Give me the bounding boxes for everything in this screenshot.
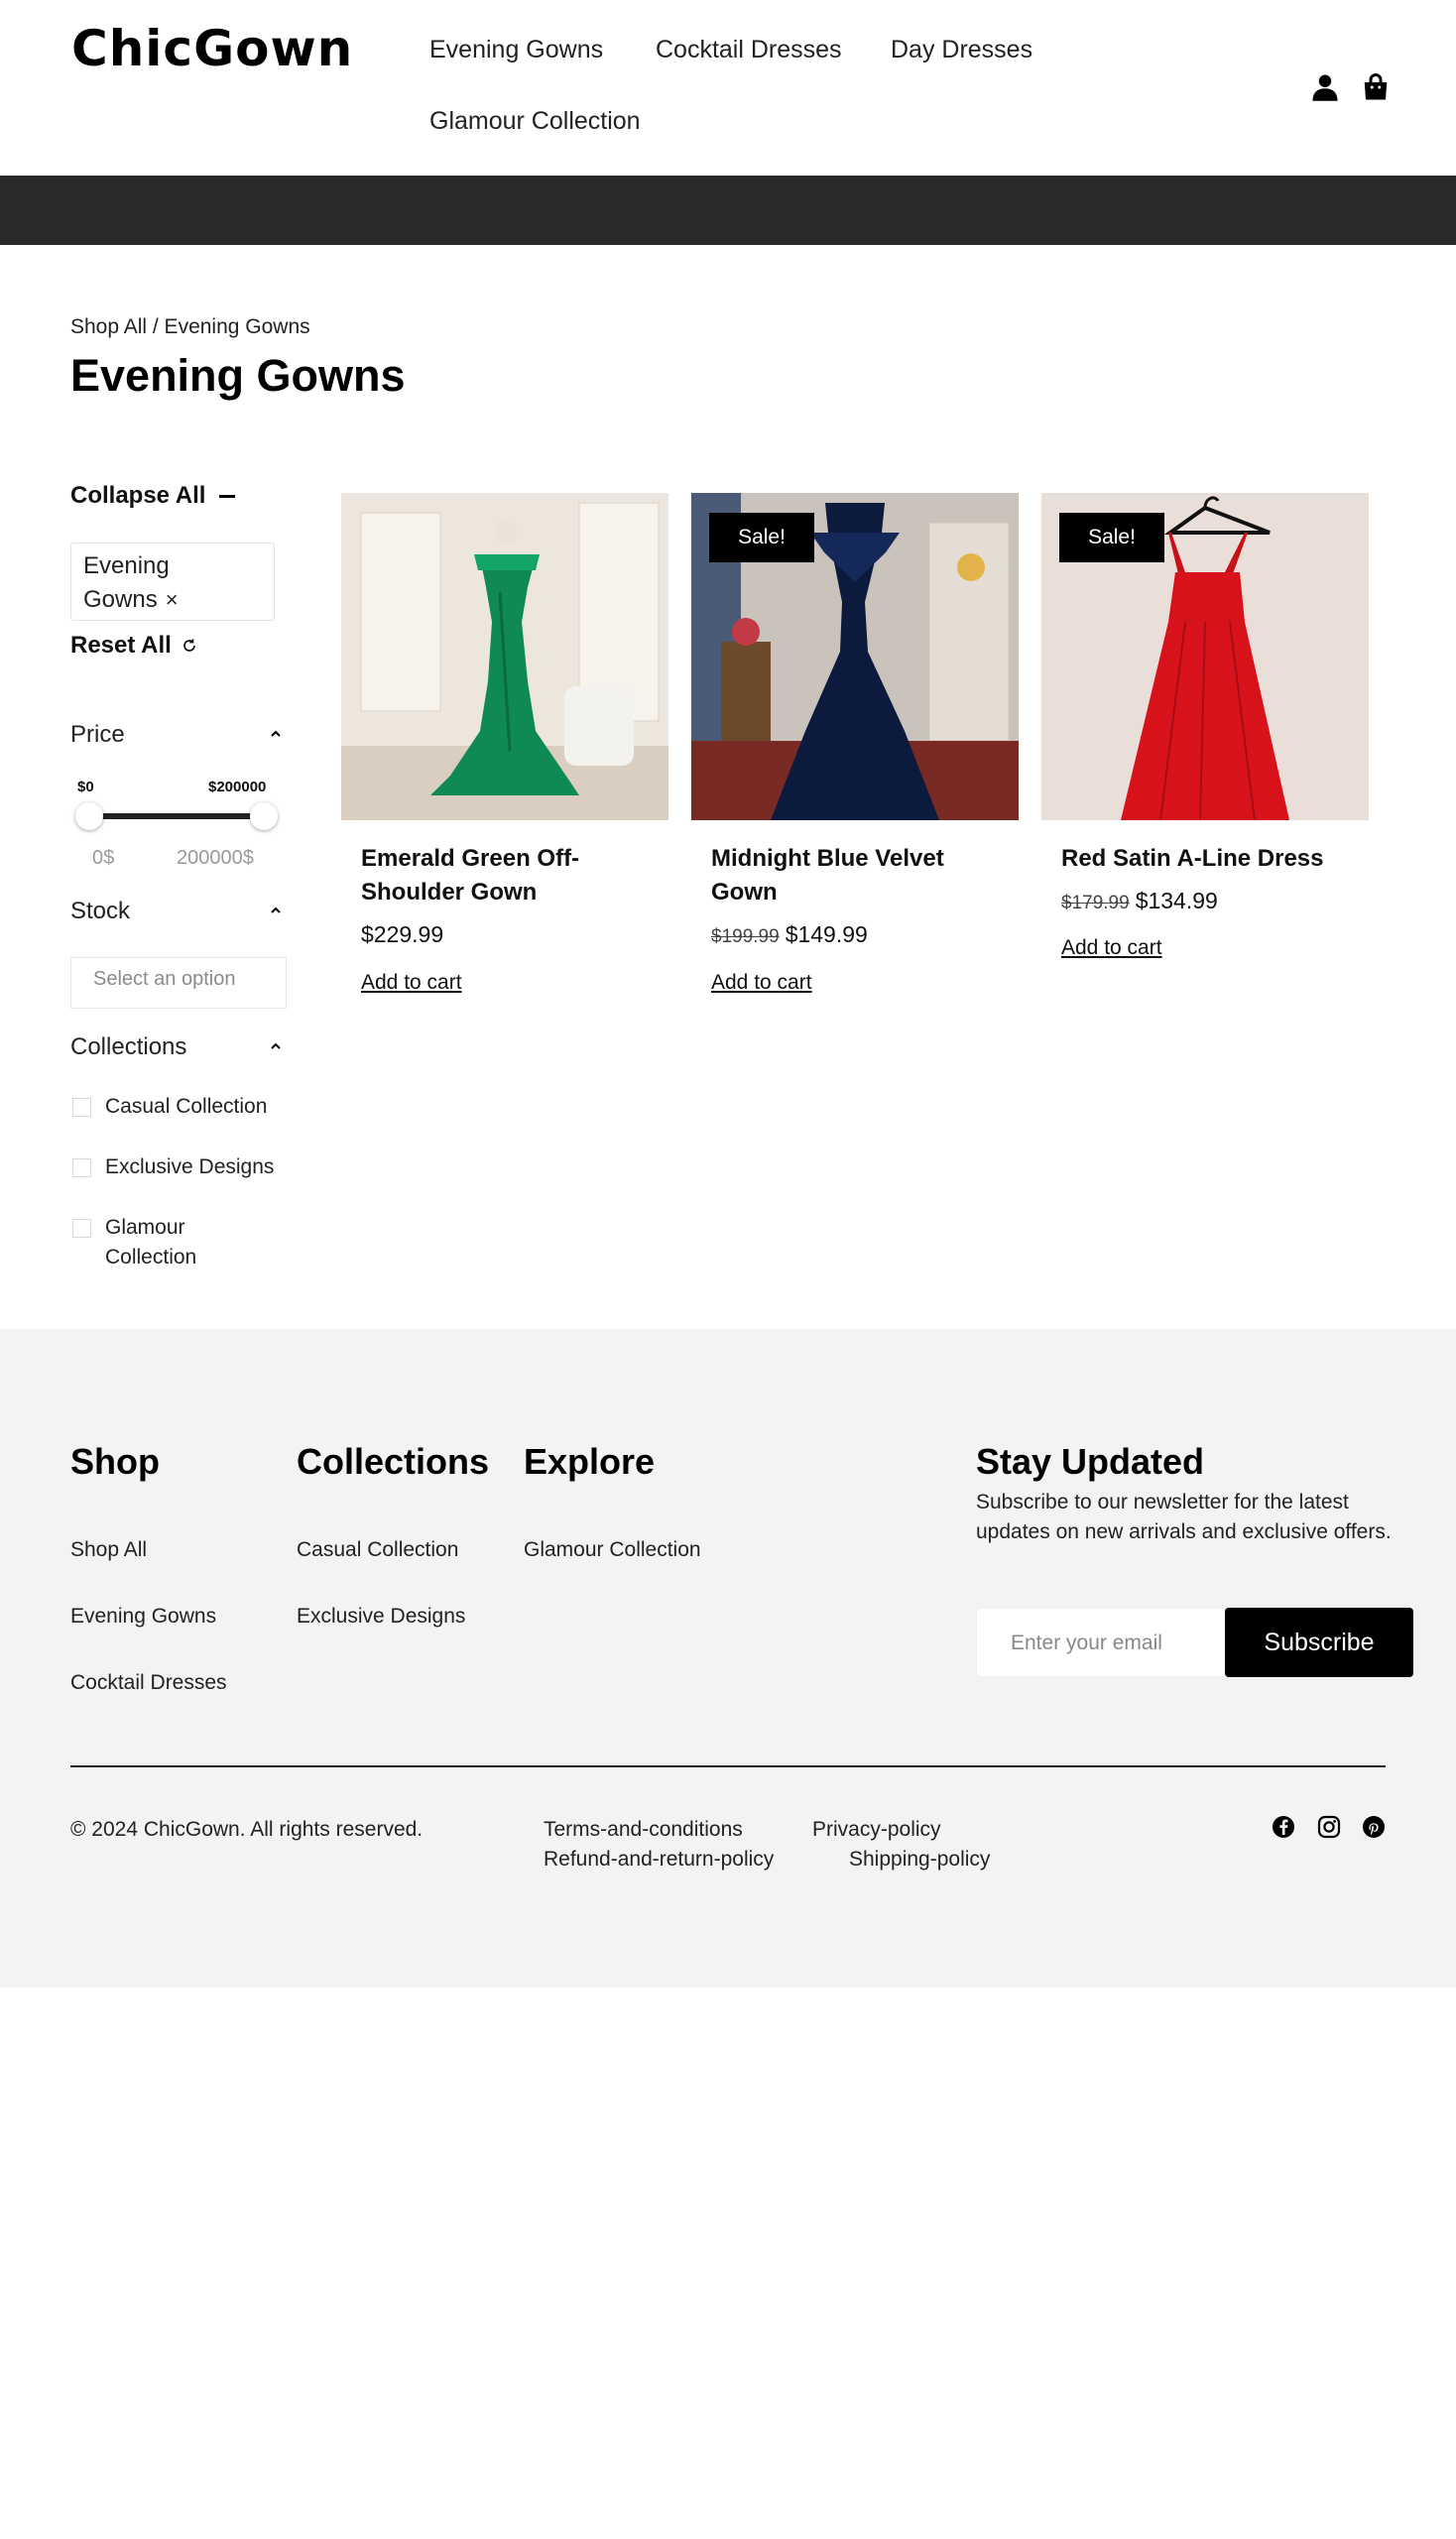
policy-link-terms[interactable]: Terms-and-conditions — [544, 1818, 743, 1842]
footer-link-casual-collection[interactable]: Casual Collection — [297, 1538, 458, 1562]
product-image[interactable] — [341, 493, 668, 820]
product-name[interactable]: Red Satin A-Line Dress — [1061, 842, 1359, 876]
collection-option-label: Glamour Collection — [105, 1216, 197, 1269]
close-icon[interactable]: × — [166, 587, 179, 612]
stock-filter-header[interactable]: Stock — [70, 898, 285, 925]
nav-glamour-collection[interactable]: Glamour Collection — [429, 107, 641, 136]
collection-option-casual[interactable]: Casual Collection — [72, 1092, 267, 1122]
collections-filter-header[interactable]: Collections — [70, 1033, 285, 1061]
footer-link-cocktail-dresses[interactable]: Cocktail Dresses — [70, 1671, 227, 1695]
footer-link-evening-gowns[interactable]: Evening Gowns — [70, 1605, 216, 1629]
add-to-cart-link[interactable]: Add to cart — [361, 971, 462, 995]
chevron-up-icon — [271, 1042, 281, 1049]
subscribe-button[interactable]: Subscribe — [1225, 1608, 1413, 1677]
facebook-icon[interactable] — [1272, 1815, 1295, 1839]
stock-filter-label: Stock — [70, 898, 131, 924]
price-slider-track[interactable] — [87, 813, 262, 819]
newsletter-description: Subscribe to our newsletter for the late… — [976, 1491, 1392, 1543]
shopping-bag-icon[interactable] — [1361, 72, 1391, 102]
sale-badge: Sale! — [709, 513, 814, 562]
product-price: $179.99 $134.99 — [1061, 888, 1218, 914]
collection-option-label: Casual Collection — [105, 1095, 268, 1118]
checkbox[interactable] — [72, 1098, 91, 1117]
collection-option-label: Exclusive Designs — [105, 1155, 275, 1178]
product-card[interactable]: Sale! Midnight Blue Velvet Gown $199.99 $… — [691, 493, 1019, 994]
chevron-up-icon — [271, 730, 281, 737]
collection-option-exclusive[interactable]: Exclusive Designs — [72, 1152, 274, 1182]
collection-option-glamour[interactable]: Glamour Collection — [72, 1213, 281, 1272]
nav-evening-gowns[interactable]: Evening Gowns — [429, 36, 603, 64]
promo-bar — [0, 176, 1456, 245]
price-max-label: $200000 — [208, 779, 267, 795]
instagram-icon[interactable] — [1317, 1815, 1341, 1839]
footer-explore-heading: Explore — [524, 1441, 656, 1482]
product-price: $229.99 — [361, 921, 443, 948]
active-filter-label: Evening Gowns — [83, 552, 170, 613]
price-max-input[interactable]: 200000$ — [177, 847, 254, 870]
product-current-price: $134.99 — [1135, 888, 1218, 913]
price-min-input[interactable]: 0$ — [92, 847, 114, 870]
collapse-all-label: Collapse All — [70, 482, 206, 509]
site-logo[interactable]: ChicGown — [71, 20, 353, 77]
footer-link-shop-all[interactable]: Shop All — [70, 1538, 147, 1562]
add-to-cart-link[interactable]: Add to cart — [1061, 936, 1162, 960]
price-min-label: $0 — [77, 779, 94, 795]
newsletter-email-input[interactable]: Enter your email — [976, 1608, 1226, 1677]
collections-filter-label: Collections — [70, 1033, 187, 1060]
reset-all-label: Reset All — [70, 632, 172, 659]
nav-cocktail-dresses[interactable]: Cocktail Dresses — [656, 36, 842, 64]
copyright: © 2024 ChicGown. All rights reserved. — [70, 1818, 424, 1841]
reset-all-button[interactable]: Reset All — [70, 632, 197, 660]
product-name[interactable]: Midnight Blue Velvet Gown — [711, 842, 1009, 909]
page-title: Evening Gowns — [70, 350, 406, 401]
product-name[interactable]: Emerald Green Off-Shoulder Gown — [361, 842, 659, 909]
product-current-price: $229.99 — [361, 921, 444, 947]
product-image[interactable]: Sale! — [691, 493, 1019, 820]
product-old-price: $179.99 — [1061, 893, 1130, 913]
price-slider-min-handle[interactable] — [75, 802, 103, 830]
checkbox[interactable] — [72, 1158, 91, 1177]
product-card[interactable]: Sale! Red Satin A-Line Dress $179.99 $134… — [1041, 493, 1369, 959]
active-filter-chip[interactable]: Evening Gowns × — [70, 543, 275, 621]
sale-badge: Sale! — [1059, 513, 1164, 562]
product-old-price: $199.99 — [711, 926, 780, 947]
pinterest-icon[interactable] — [1362, 1815, 1386, 1839]
site-header: ChicGown Evening Gowns Cocktail Dresses … — [0, 0, 1456, 176]
refresh-icon — [183, 639, 195, 652]
footer-collections-heading: Collections — [297, 1441, 490, 1482]
checkbox[interactable] — [72, 1219, 91, 1238]
user-icon[interactable] — [1310, 72, 1340, 102]
price-slider-max-handle[interactable] — [250, 802, 278, 830]
footer-link-glamour-collection[interactable]: Glamour Collection — [524, 1538, 701, 1562]
chevron-up-icon — [271, 907, 281, 913]
product-image[interactable]: Sale! — [1041, 493, 1369, 820]
product-current-price: $149.99 — [785, 921, 868, 947]
price-filter-header[interactable]: Price — [70, 721, 285, 749]
footer-link-exclusive-designs[interactable]: Exclusive Designs — [297, 1605, 465, 1629]
footer-divider — [70, 1765, 1386, 1767]
minus-icon — [219, 494, 236, 498]
policy-link-privacy[interactable]: Privacy-policy — [812, 1818, 941, 1842]
nav-day-dresses[interactable]: Day Dresses — [891, 36, 1032, 64]
collapse-all-button[interactable]: Collapse All — [70, 482, 236, 510]
newsletter-heading: Stay Updated — [976, 1441, 1205, 1482]
stock-select[interactable]: Select an option — [70, 957, 287, 1009]
policy-link-refund[interactable]: Refund-and-return-policy — [544, 1848, 774, 1872]
product-card[interactable]: Emerald Green Off-Shoulder Gown $229.99 … — [341, 493, 668, 994]
policy-link-shipping[interactable]: Shipping-policy — [849, 1848, 990, 1872]
add-to-cart-link[interactable]: Add to cart — [711, 971, 812, 995]
breadcrumb[interactable]: Shop All / Evening Gowns — [70, 315, 310, 339]
product-price: $199.99 $149.99 — [711, 921, 868, 948]
footer-shop-heading: Shop — [70, 1441, 160, 1482]
price-filter-label: Price — [70, 721, 125, 748]
